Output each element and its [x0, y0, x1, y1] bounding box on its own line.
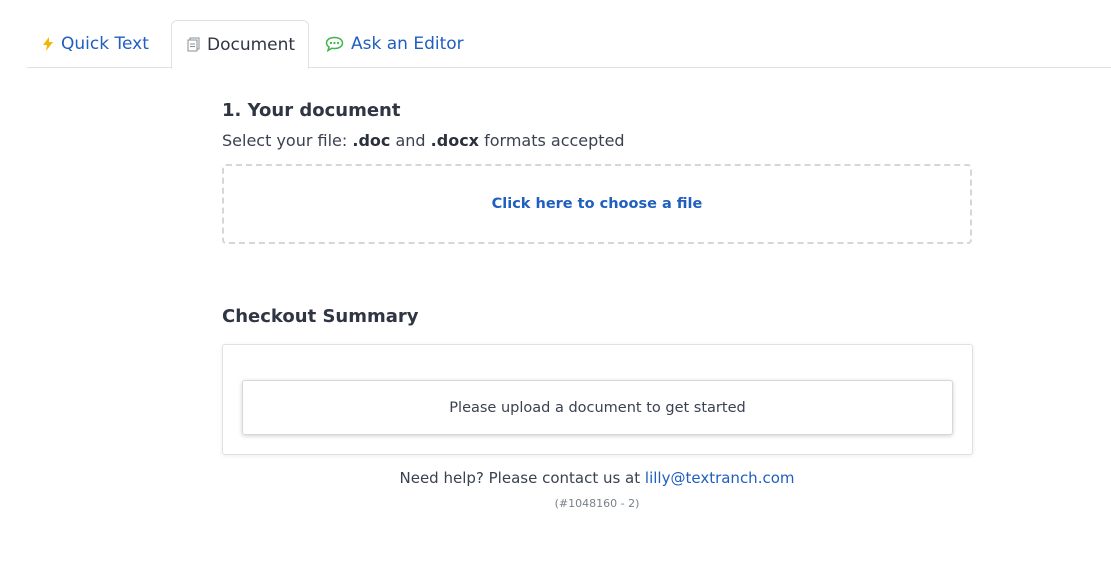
- format-doc: .doc: [352, 131, 391, 150]
- checkout-empty-message: Please upload a document to get started: [242, 380, 953, 435]
- contact-email-link[interactable]: lilly@textranch.com: [645, 469, 795, 487]
- chat-bubble-icon: [325, 36, 344, 52]
- tab-bar: Quick Text Document Ask an Editor: [27, 20, 1111, 69]
- lightning-icon: [42, 37, 54, 51]
- checkout-summary-panel: Please upload a document to get started: [222, 344, 973, 455]
- file-dropzone[interactable]: Click here to choose a file: [222, 164, 972, 244]
- hint-prefix: Select your file:: [222, 131, 348, 150]
- document-icon: [187, 37, 200, 52]
- file-format-hint: Select your file: .doc and .docx formats…: [222, 131, 625, 150]
- hint-and: and: [395, 131, 426, 150]
- help-text: Need help? Please contact us at lilly@te…: [222, 469, 972, 487]
- tab-ask-editor[interactable]: Ask an Editor: [325, 20, 464, 68]
- tab-document[interactable]: Document: [171, 20, 309, 69]
- reference-id: (#1048160 - 2): [554, 497, 640, 510]
- choose-file-link[interactable]: Click here to choose a file: [492, 196, 703, 212]
- tab-ask-editor-label: Ask an Editor: [351, 34, 464, 54]
- tab-quick-text[interactable]: Quick Text: [42, 20, 149, 68]
- tab-quick-text-label: Quick Text: [61, 34, 149, 54]
- hint-suffix: formats accepted: [484, 131, 625, 150]
- help-prefix: Need help? Please contact us at: [399, 469, 641, 487]
- tab-document-label: Document: [207, 34, 296, 55]
- document-section-title: 1. Your document: [222, 100, 401, 121]
- format-docx: .docx: [430, 131, 479, 150]
- checkout-summary-title: Checkout Summary: [222, 306, 419, 327]
